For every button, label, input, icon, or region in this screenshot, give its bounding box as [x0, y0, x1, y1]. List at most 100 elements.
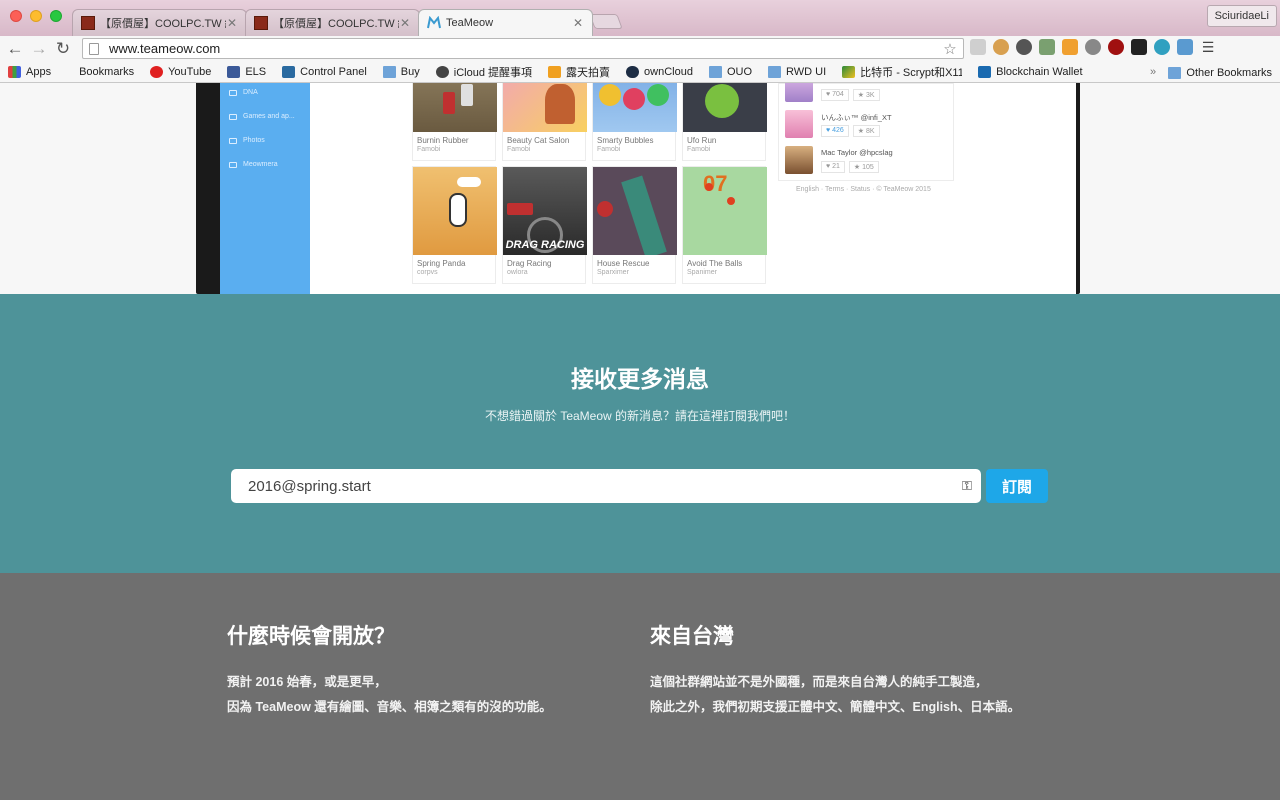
bookmark-label: Bookmarks [79, 66, 135, 78]
forward-arrow-icon[interactable]: → [27, 38, 51, 60]
device-mockup: DNA Games and ap... Photos Meowmera Burn… [196, 83, 1080, 294]
game-author: Famobi [507, 146, 531, 153]
game-thumbnail [593, 83, 677, 132]
preview-user-panel: ♥ 704 ★ 3K いんふぃ™ @infi_XT ♥ 426 ★ 8K Mac… [778, 83, 954, 181]
game-name: Ufo Run [687, 136, 717, 145]
game-author: Famobi [417, 146, 441, 153]
preview-sidebar: DNA Games and ap... Photos Meowmera [220, 83, 310, 294]
bookmarks-overflow-chevron-icon[interactable]: » [1150, 62, 1156, 83]
info-taiwan-title: 來自台灣 [650, 625, 734, 648]
youtube-icon [150, 66, 164, 78]
tab-title: TeaMeow [446, 17, 494, 29]
new-tab-button[interactable] [589, 14, 623, 29]
browser-tab-teameow[interactable]: TeaMeow ✕ [418, 9, 593, 36]
owncloud-icon [626, 66, 640, 78]
back-arrow-icon[interactable]: ← [3, 38, 27, 60]
bookmark-folder-ouo[interactable]: OUO [701, 62, 760, 83]
bookmark-label: YouTube [168, 66, 212, 78]
bookmark-label: Blockchain Wallet [996, 66, 1083, 78]
likes-value: 21 [832, 163, 840, 170]
bookmark-bookmarks[interactable]: Bookmarks [71, 62, 142, 83]
bookmark-folder-rwd-ui[interactable]: RWD UI [760, 62, 834, 83]
preview-user-row: Mac Taylor @hpcslag ♥ 21 ★ 105 [785, 146, 949, 176]
tab-close-icon[interactable]: ✕ [572, 16, 584, 30]
likes-count: ♥ 426 [821, 125, 849, 137]
browser-toolbar: ← → ↻ www.teameow.com ☆ ☰ [0, 36, 1280, 62]
bookmark-folder-buy[interactable]: Buy [375, 62, 428, 83]
info-taiwan-line1: 這個社群網站並不是外國種，而是來自台灣人的純手工製造， [650, 675, 988, 689]
address-url[interactable]: www.teameow.com [109, 41, 941, 56]
folder-icon [708, 66, 722, 78]
menu-icon[interactable]: ☰ [1200, 39, 1216, 55]
camera-extension-icon[interactable] [1177, 39, 1193, 55]
bookmark-els[interactable]: ELS [219, 62, 274, 83]
folder-icon [382, 66, 396, 78]
window-maximize-button[interactable] [50, 10, 62, 22]
bookmark-control-panel[interactable]: Control Panel [274, 62, 375, 83]
bookmark-owncloud[interactable]: ownCloud [618, 62, 701, 83]
browser-tab-coolpc-1[interactable]: 【原價屋】COOLPC.TW 線... ✕ [72, 9, 247, 36]
tab-close-icon[interactable]: ✕ [226, 16, 238, 30]
info-when-title: 什麼時候會開放？ [227, 625, 395, 648]
info-taiwan-column: 來自台灣 這個社群網站並不是外國種，而是來自台灣人的純手工製造， 除此之外，我們… [650, 620, 1020, 720]
apple-icon [435, 66, 449, 78]
bookmark-ruten[interactable]: 露天拍賣 [540, 62, 618, 83]
drop-extension-icon[interactable] [1154, 39, 1170, 55]
preview-game-card: Spring Panda corpvs [412, 166, 497, 284]
preview-game-card: Burnin Rubber Famobi [412, 83, 497, 161]
bookmark-apps[interactable]: Apps [0, 62, 59, 83]
cast-extension-icon[interactable] [970, 39, 986, 55]
user-name: Mac Taylor @hpcslag [821, 148, 893, 157]
bookmark-label: Apps [26, 66, 52, 78]
subscribe-description: 不想錯過關於 TeaMeow 的新消息？請在這裡訂閱我們吧！ [484, 409, 796, 423]
preview-game-card: House Rescue Sparximer [592, 166, 677, 284]
stars-value: 105 [862, 164, 874, 171]
subscribe-button[interactable]: 訂閱 [986, 469, 1048, 503]
stars-count: ★ 3K [852, 89, 880, 101]
bookmark-bitcoin[interactable]: 比特币 - Scrypt和X11 [834, 62, 970, 83]
game-thumbnail [413, 167, 497, 255]
app-preview-screenshot: DNA Games and ap... Photos Meowmera Burn… [220, 83, 1076, 294]
cookie-extension-icon[interactable] [993, 39, 1009, 55]
game-thumbnail: 07 [683, 167, 767, 255]
email-field[interactable] [231, 469, 981, 503]
bookmark-other-bookmarks[interactable]: Other Bookmarks [1160, 62, 1280, 83]
bookmark-label: ELS [245, 66, 267, 78]
game-name: Smarty Bubbles [597, 136, 654, 145]
game-name: Beauty Cat Salon [507, 136, 570, 145]
facebook-icon [227, 66, 241, 78]
bookmark-youtube[interactable]: YouTube [142, 62, 219, 83]
game-thumbnail [593, 167, 677, 255]
window-close-button[interactable] [10, 10, 22, 22]
bookmark-star-icon[interactable]: ☆ [941, 40, 959, 58]
bookmark-label: OUO [726, 66, 752, 78]
game-author: Spanimer [687, 269, 717, 276]
browser-tab-coolpc-2[interactable]: 【原價屋】COOLPC.TW 線... ✕ [245, 9, 420, 36]
stars-value: 8K [866, 128, 875, 135]
reload-icon[interactable]: ↻ [51, 38, 75, 60]
user-extension-icon[interactable] [1085, 39, 1101, 55]
ublock-extension-icon[interactable] [1108, 39, 1124, 55]
user-stats: ♥ 21 ★ 105 [821, 161, 879, 173]
stars-count: ★ 105 [848, 161, 879, 173]
address-bar[interactable]: www.teameow.com ☆ [82, 38, 964, 59]
likes-count: ♥ 704 [821, 89, 849, 101]
preview-game-card: Smarty Bubbles Famobi [592, 83, 677, 161]
likes-value: 426 [832, 127, 844, 134]
vpn-extension-icon[interactable] [1016, 39, 1032, 55]
profile-button[interactable]: SciuridaeLi [1206, 5, 1277, 27]
window-titlebar: 【原價屋】COOLPC.TW 線... ✕ 【原價屋】COOLPC.TW 線..… [0, 0, 1280, 36]
window-minimize-button[interactable] [30, 10, 42, 22]
bookmark-blockchain[interactable]: Blockchain Wallet [970, 62, 1090, 83]
user-name: いんふぃ™ @infi_XT [821, 113, 892, 122]
calculator-extension-icon[interactable] [1062, 39, 1078, 55]
bookmark-icloud[interactable]: iCloud 提醒事項 [428, 62, 540, 83]
hero-section: DNA Games and ap... Photos Meowmera Burn… [0, 83, 1280, 294]
network-extension-icon[interactable] [1039, 39, 1055, 55]
preview-user-row: ♥ 704 ★ 3K [785, 83, 949, 104]
mask-extension-icon[interactable] [1131, 39, 1147, 55]
tab-close-icon[interactable]: ✕ [399, 16, 411, 30]
autofill-key-icon[interactable]: ⚿ [962, 478, 972, 494]
teameow-favicon-icon [427, 15, 441, 30]
game-name: House Rescue [597, 259, 650, 268]
